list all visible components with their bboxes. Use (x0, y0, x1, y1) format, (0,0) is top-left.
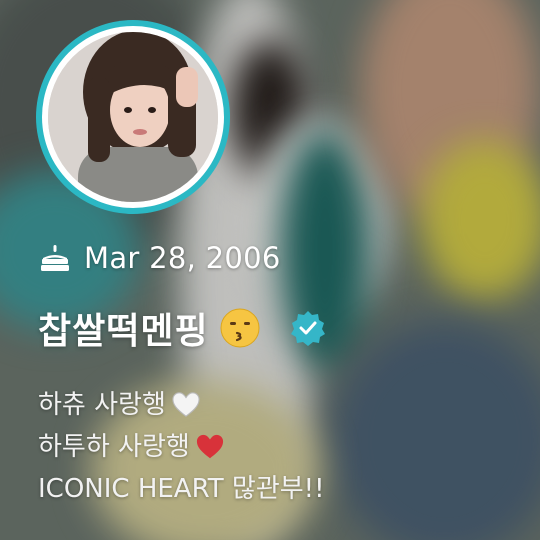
red-heart-emoji (196, 434, 223, 459)
birthday-row: Mar 28, 2006 (40, 238, 281, 278)
bio-line: 하츄 사랑행 (38, 384, 325, 426)
bio-line: 하투하 사랑행 (38, 426, 325, 468)
avatar-portrait (48, 32, 218, 202)
white-heart-emoji (172, 392, 200, 417)
avatar-photo (48, 32, 218, 202)
bio-line-text: 하츄 사랑행 (38, 390, 166, 420)
profile-avatar[interactable] (36, 20, 230, 214)
bio-line-text: ICONIC HEART 많관부!! (38, 474, 325, 504)
verified-badge-icon (290, 311, 325, 346)
bio-line: ICONIC HEART 많관부!! (38, 468, 325, 510)
name-row: 찹쌀떡멘핑 (38, 300, 327, 356)
display-name: 찹쌀떡멘핑 (38, 311, 209, 352)
birthday-text: Mar 28, 2006 (84, 241, 281, 275)
kissing-face-emoji (220, 308, 260, 348)
bio-line-text: 하투하 사랑행 (38, 432, 190, 462)
cake-icon (41, 245, 69, 271)
bio: 하츄 사랑행 하투하 사랑행 ICONIC HEART 많관부!! (38, 384, 325, 510)
